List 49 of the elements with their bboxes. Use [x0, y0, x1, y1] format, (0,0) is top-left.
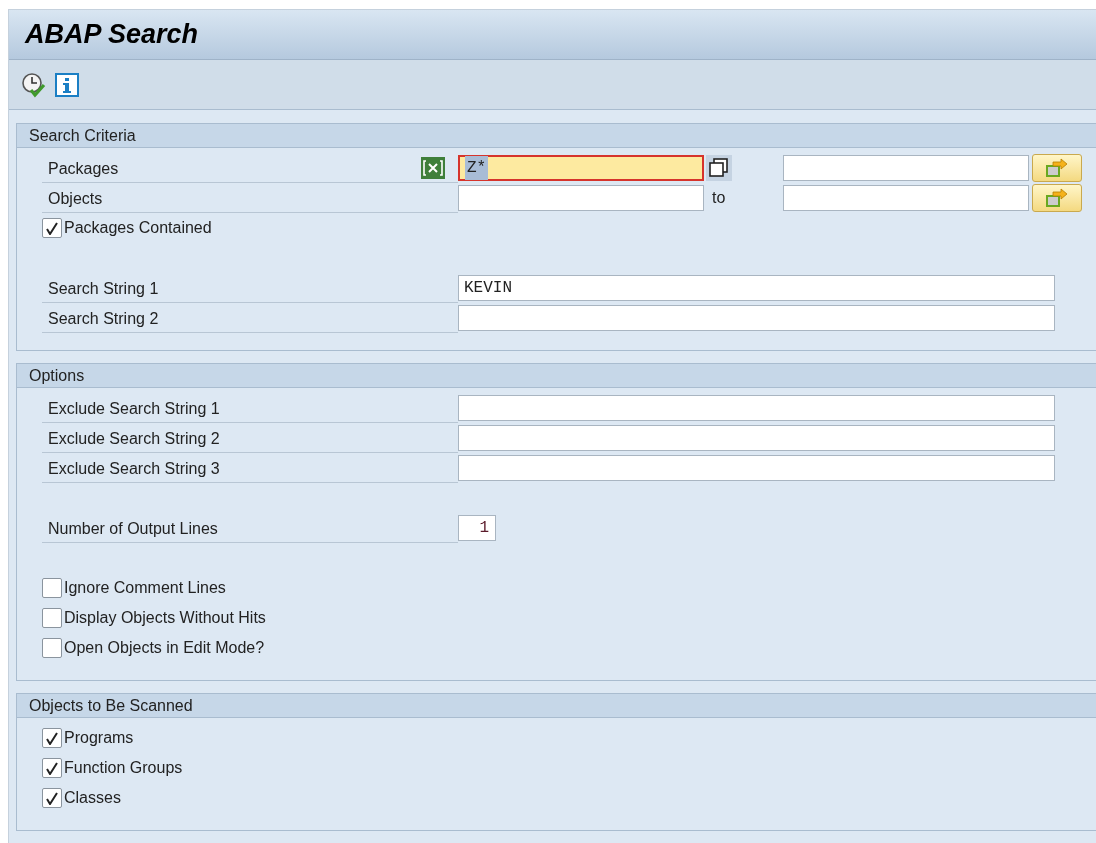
arrow-right-icon: [1045, 158, 1069, 178]
checkbox-label: Packages Contained: [64, 218, 212, 238]
checkmark-icon: [46, 791, 58, 805]
input-field[interactable]: Z*: [458, 155, 704, 181]
arrow-right-icon: [1045, 188, 1069, 208]
input-field[interactable]: [458, 425, 1055, 451]
field-label: Search String 2: [42, 303, 458, 333]
to-label: to: [712, 188, 726, 208]
selection-icon[interactable]: [421, 157, 445, 179]
input-field[interactable]: 1: [458, 515, 496, 541]
input-field[interactable]: [458, 185, 704, 211]
checkbox-label: Programs: [64, 728, 134, 748]
field-label: Search String 1: [42, 273, 458, 303]
multiple-selection-button[interactable]: [1032, 184, 1082, 212]
input-field[interactable]: [458, 305, 1055, 331]
input-field[interactable]: [783, 155, 1029, 181]
input-field[interactable]: [458, 455, 1055, 481]
checkbox[interactable]: [42, 728, 62, 748]
clock-check-icon[interactable]: [21, 71, 47, 98]
field-label: Exclude Search String 2: [42, 423, 458, 453]
field-label: Number of Output Lines: [42, 513, 458, 543]
input-field[interactable]: [783, 185, 1029, 211]
checkbox[interactable]: [42, 758, 62, 778]
checkbox[interactable]: [42, 578, 62, 598]
checkmark-icon: [46, 731, 58, 745]
window-title: ABAP Search: [25, 18, 199, 52]
checkbox-label: Display Objects Without Hits: [64, 608, 266, 628]
checkbox-label: Open Objects in Edit Mode?: [64, 638, 265, 658]
checkmark-icon: [46, 221, 58, 235]
section-header: Objects to Be Scanned: [17, 694, 1096, 718]
checkbox-label: Ignore Comment Lines: [64, 578, 226, 598]
checkmark-icon: [46, 761, 58, 775]
checkbox[interactable]: [42, 638, 62, 658]
section-header: Options: [17, 364, 1096, 388]
field-label: Exclude Search String 1: [42, 393, 458, 423]
copy-icon[interactable]: [706, 155, 732, 181]
multiple-selection-button[interactable]: [1032, 154, 1082, 182]
input-field[interactable]: KEVIN: [458, 275, 1055, 301]
section-header: Search Criteria: [17, 124, 1096, 148]
checkbox-label: Function Groups: [64, 758, 183, 778]
field-label: Exclude Search String 3: [42, 453, 458, 483]
checkbox[interactable]: [42, 218, 62, 238]
checkbox-label: Classes: [64, 788, 121, 808]
checkbox[interactable]: [42, 608, 62, 628]
field-value: Z*: [465, 156, 489, 180]
info-icon[interactable]: [55, 72, 79, 97]
field-label: Objects: [42, 183, 458, 213]
input-field[interactable]: [458, 395, 1055, 421]
checkbox[interactable]: [42, 788, 62, 808]
